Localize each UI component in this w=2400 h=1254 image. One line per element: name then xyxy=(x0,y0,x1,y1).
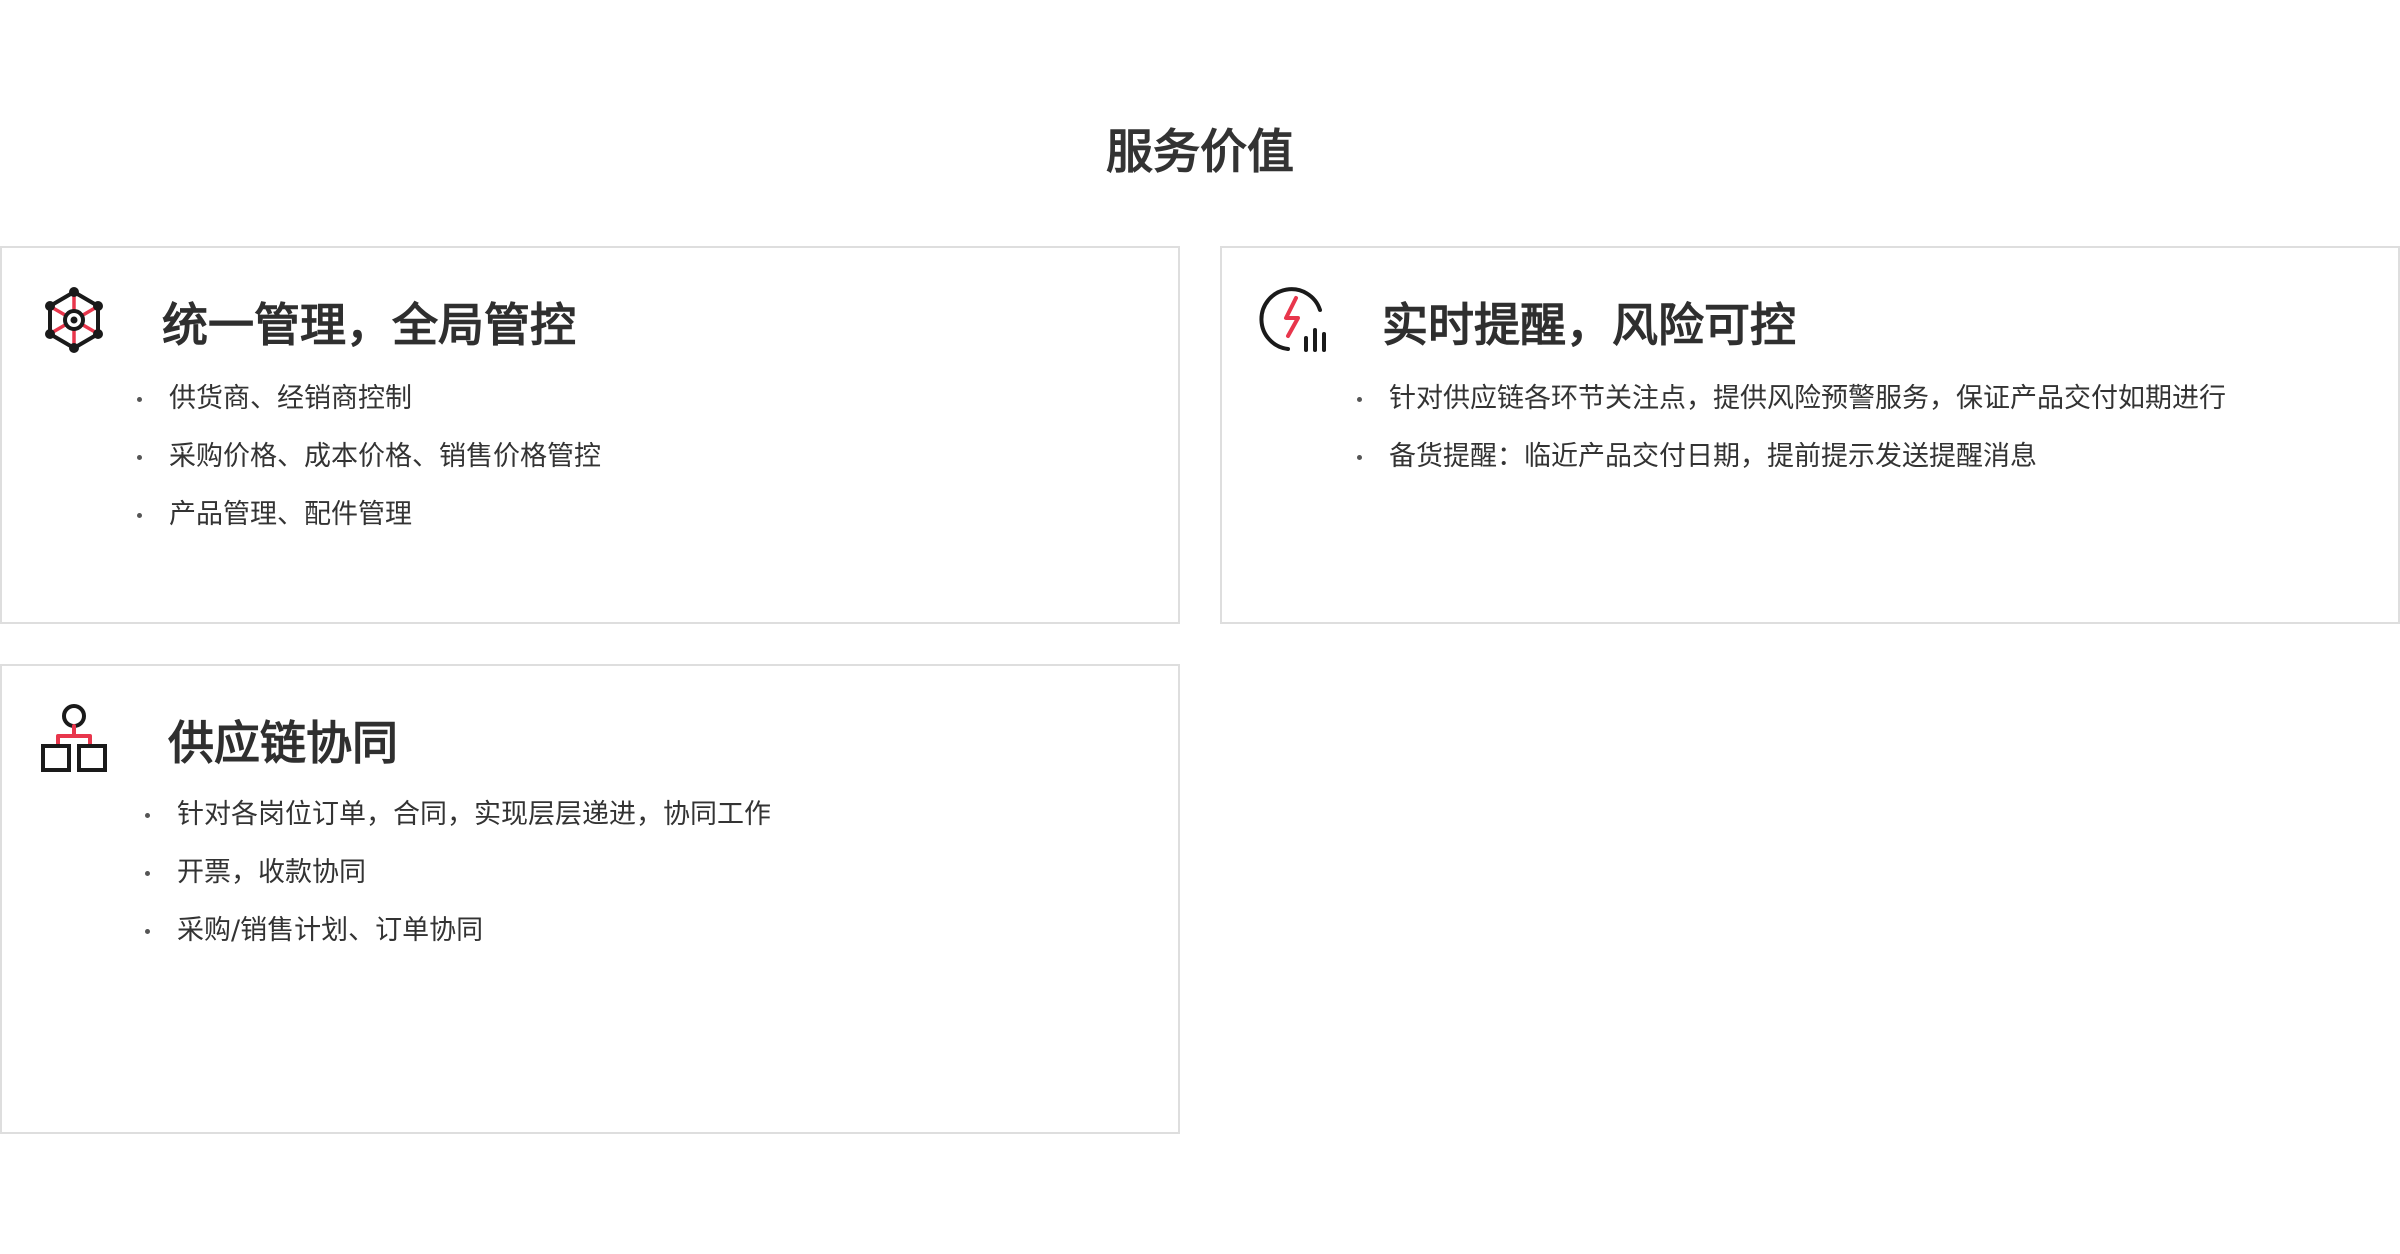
list-item-text: 针对各岗位订单，合同，实现层层递进，协同工作 xyxy=(177,799,771,830)
bullet-dot xyxy=(145,929,150,934)
list-item-text: 供货商、经销商控制 xyxy=(169,383,412,414)
feature-card-unified-management: 统一管理，全局管控 供货商、经销商控制 采购价格、成本价格、销售价格管控 产品管… xyxy=(0,246,1180,624)
list-item-text: 针对供应链各环节关注点，提供风险预警服务，保证产品交付如期进行 xyxy=(1389,383,2226,414)
bullet-list: 针对供应链各环节关注点，提供风险预警服务，保证产品交付如期进行 备货提醒：临近产… xyxy=(1357,370,2226,486)
bullet-dot xyxy=(1357,397,1362,402)
bullet-dot xyxy=(137,513,142,518)
bullet-dot xyxy=(145,813,150,818)
bullet-dot xyxy=(1357,455,1362,460)
list-item-text: 备货提醒：临近产品交付日期，提前提示发送提醒消息 xyxy=(1389,441,2037,472)
card-title: 供应链协同 xyxy=(168,716,398,770)
bullet-dot xyxy=(145,871,150,876)
list-item-text: 产品管理、配件管理 xyxy=(169,499,412,530)
bullet-dot xyxy=(137,397,142,402)
list-item: 备货提醒：临近产品交付日期，提前提示发送提醒消息 xyxy=(1357,428,2226,486)
list-item-text: 采购价格、成本价格、销售价格管控 xyxy=(169,441,601,472)
page-title: 服务价值 xyxy=(1106,125,1294,180)
list-item-text: 采购/销售计划、订单协同 xyxy=(177,915,484,946)
org-hierarchy-icon xyxy=(38,702,110,774)
list-item: 采购/销售计划、订单协同 xyxy=(145,902,771,960)
list-item: 开票，收款协同 xyxy=(145,844,771,902)
bullet-list: 针对各岗位订单，合同，实现层层递进，协同工作 开票，收款协同 采购/销售计划、订… xyxy=(145,786,771,960)
list-item: 产品管理、配件管理 xyxy=(137,486,601,544)
bullet-list: 供货商、经销商控制 采购价格、成本价格、销售价格管控 产品管理、配件管理 xyxy=(137,370,601,544)
lightning-chart-icon xyxy=(1258,284,1330,356)
list-item: 采购价格、成本价格、销售价格管控 xyxy=(137,428,601,486)
list-item: 针对各岗位订单，合同，实现层层递进，协同工作 xyxy=(145,786,771,844)
card-title: 统一管理，全局管控 xyxy=(162,298,576,352)
list-item: 供货商、经销商控制 xyxy=(137,370,601,428)
bullet-dot xyxy=(137,455,142,460)
feature-card-supply-chain-collaboration: 供应链协同 针对各岗位订单，合同，实现层层递进，协同工作 开票，收款协同 采购/… xyxy=(0,664,1180,1134)
card-title: 实时提醒，风险可控 xyxy=(1382,298,1796,352)
feature-card-realtime-alerts: 实时提醒，风险可控 针对供应链各环节关注点，提供风险预警服务，保证产品交付如期进… xyxy=(1220,246,2400,624)
list-item-text: 开票，收款协同 xyxy=(177,857,366,888)
list-item: 针对供应链各环节关注点，提供风险预警服务，保证产品交付如期进行 xyxy=(1357,370,2226,428)
hub-network-icon xyxy=(38,284,110,356)
